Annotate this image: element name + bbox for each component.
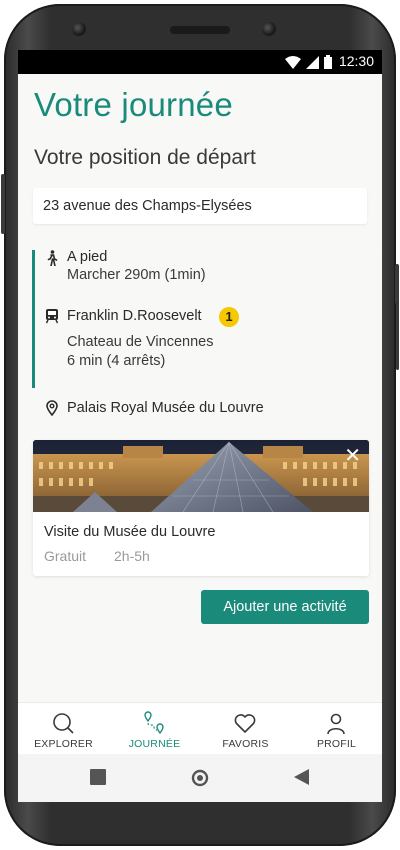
- back-icon[interactable]: [293, 769, 309, 785]
- start-address-field[interactable]: 23 avenue des Champs-Elysées: [33, 188, 367, 224]
- activity-card[interactable]: ✕ Visite du Musée du Louvre Gratuit 2h-5…: [33, 440, 369, 576]
- itinerary-timeline: [32, 250, 35, 388]
- activity-price: Gratuit: [44, 548, 87, 564]
- recent-apps-icon[interactable]: [90, 769, 106, 785]
- tab-favoris[interactable]: FAVORIS: [200, 703, 291, 755]
- power-button: [395, 264, 399, 304]
- tab-explorer[interactable]: EXPLORER: [18, 703, 109, 755]
- start-position-heading: Votre position de départ: [34, 146, 256, 169]
- bottom-tab-bar: EXPLORER JOURNÉE FAVORIS PROFIL: [18, 702, 382, 755]
- status-icons: [285, 55, 332, 69]
- louvre-illustration: [33, 440, 369, 512]
- metro-direction: Chateau de Vincennes: [67, 334, 214, 350]
- volume-button: [1, 174, 5, 234]
- tab-profil-label: PROFIL: [316, 738, 357, 750]
- start-address-text: 23 avenue des Champs-Elysées: [43, 198, 252, 214]
- tab-journee[interactable]: JOURNÉE: [109, 703, 200, 755]
- search-icon: [53, 713, 74, 734]
- add-activity-button[interactable]: Ajouter une activité: [201, 590, 369, 624]
- louvre-photo: ✕: [33, 440, 369, 512]
- battery-icon: [324, 55, 332, 69]
- side-button: [396, 300, 399, 370]
- walk-step-detail: Marcher 290m (1min): [67, 267, 206, 283]
- destination-name: Palais Royal Musée du Louvre: [67, 400, 264, 416]
- journey-screen: Votre journée Votre position de départ 2…: [18, 74, 382, 702]
- location-pin-icon: [46, 400, 58, 416]
- route-icon: [144, 711, 164, 735]
- proximity-sensor: [262, 22, 276, 36]
- metro-icon: [45, 309, 59, 324]
- earpiece-speaker: [170, 26, 230, 34]
- wifi-icon: [285, 56, 301, 69]
- tab-favoris-label: FAVORIS: [222, 738, 269, 750]
- android-nav-bar: [18, 754, 382, 802]
- metro-duration: 6 min (4 arrêts): [67, 353, 166, 369]
- status-time: 12:30: [338, 53, 374, 69]
- user-icon: [327, 713, 345, 735]
- tab-profil[interactable]: PROFIL: [291, 703, 382, 755]
- home-icon[interactable]: [191, 769, 209, 787]
- tab-explorer-label: EXPLORER: [34, 738, 93, 750]
- front-camera: [72, 22, 86, 36]
- metro-station-name: Franklin D.Roosevelt: [67, 308, 202, 324]
- tab-journee-label: JOURNÉE: [128, 738, 181, 750]
- walking-icon: [47, 250, 58, 266]
- walk-step-title: A pied: [67, 249, 108, 265]
- page-title: Votre journée: [34, 86, 233, 123]
- close-icon[interactable]: ✕: [344, 446, 361, 466]
- signal-icon: [306, 56, 319, 69]
- activity-duration: 2h-5h: [114, 548, 150, 564]
- activity-title: Visite du Musée du Louvre: [44, 524, 216, 540]
- heart-icon: [234, 714, 256, 733]
- status-bar: 12:30: [18, 50, 382, 74]
- metro-line-badge: 1: [219, 307, 239, 327]
